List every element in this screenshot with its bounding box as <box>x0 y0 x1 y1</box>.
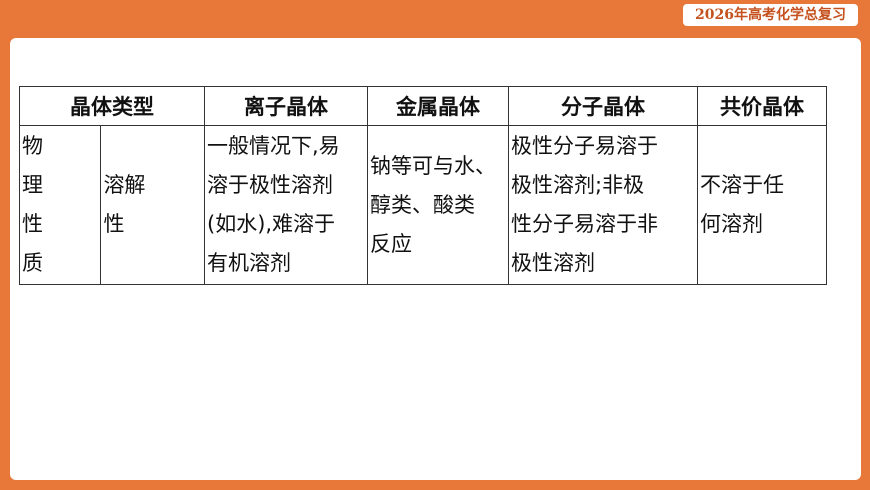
category-cell: 物 理 性 质 <box>18 125 102 285</box>
category-char: 质 <box>22 251 43 275</box>
category-char: 性 <box>22 212 43 236</box>
header-covalent: 共价晶体 <box>697 86 827 126</box>
table-row: 物 理 性 质 溶解 性 一般情况下,易 溶于极性溶剂 (如水),难溶于 有机溶… <box>18 125 827 285</box>
crystal-solubility-table: 晶体类型 离子晶体 金属晶体 分子晶体 共价晶体 物 理 性 质 溶解 性 一般… <box>18 86 827 285</box>
header-ionic: 离子晶体 <box>204 86 368 126</box>
molecular-cell: 极性分子易溶于 极性溶剂;非极 性分子易溶于非 极性溶剂 <box>508 125 698 285</box>
table-header-row: 晶体类型 离子晶体 金属晶体 分子晶体 共价晶体 <box>19 86 827 126</box>
metallic-cell: 钠等可与水、 醇类、酸类 反应 <box>367 125 509 285</box>
subcategory-cell: 溶解 性 <box>100 125 205 285</box>
header-crystal-type: 晶体类型 <box>19 86 205 126</box>
slide-frame: 2026年高考化学总复习 晶体类型 离子晶体 金属晶体 分子晶体 共价晶体 物 … <box>0 0 870 490</box>
category-char: 理 <box>22 173 43 197</box>
ionic-cell: 一般情况下,易 溶于极性溶剂 (如水),难溶于 有机溶剂 <box>204 125 368 285</box>
category-char: 物 <box>22 134 43 158</box>
course-badge: 2026年高考化学总复习 <box>683 4 858 26</box>
header-molecular: 分子晶体 <box>508 86 698 126</box>
covalent-cell: 不溶于任 何溶剂 <box>697 125 827 285</box>
content-panel: 晶体类型 离子晶体 金属晶体 分子晶体 共价晶体 物 理 性 质 溶解 性 一般… <box>10 38 861 480</box>
header-metallic: 金属晶体 <box>367 86 509 126</box>
